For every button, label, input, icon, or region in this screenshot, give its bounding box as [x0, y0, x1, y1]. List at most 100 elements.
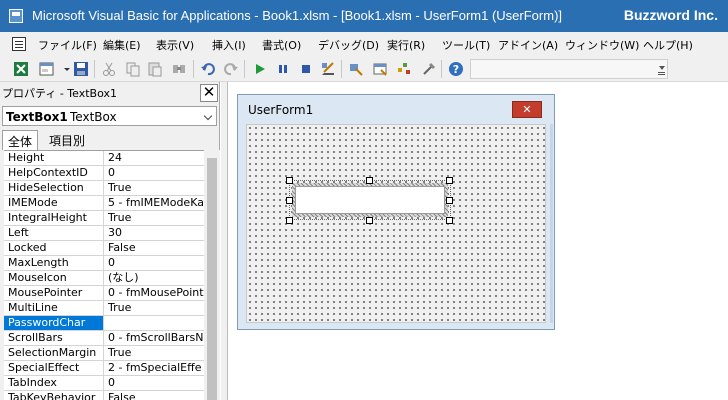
- properties-window-icon[interactable]: [371, 60, 389, 78]
- resize-handle-sw[interactable]: [286, 217, 293, 224]
- standard-toolbar: ?: [0, 56, 728, 82]
- property-value[interactable]: 24: [105, 151, 204, 165]
- resize-handle-ne[interactable]: [446, 177, 453, 184]
- copy-icon[interactable]: [124, 60, 142, 78]
- menu-help[interactable]: ヘルプ(H): [643, 37, 693, 53]
- menu-tools[interactable]: ツール(T): [442, 37, 490, 53]
- redo-icon[interactable]: [222, 60, 240, 78]
- resize-handle-n[interactable]: [366, 177, 373, 184]
- chevron-down-icon[interactable]: [203, 111, 213, 121]
- resize-handle-nw[interactable]: [286, 177, 293, 184]
- userform-title-bar: UserForm1 ✕: [238, 95, 554, 123]
- property-value[interactable]: 5 - fmIMEModeKa: [105, 196, 204, 210]
- excel-view-icon[interactable]: [12, 60, 30, 78]
- property-grid-scrollbar[interactable]: [204, 150, 220, 400]
- menu-view[interactable]: 表示(V): [156, 37, 194, 53]
- userform-resize-edge[interactable]: [550, 124, 553, 323]
- toolbar-separator: [441, 60, 442, 78]
- menu-insert[interactable]: 挿入(I): [212, 37, 246, 53]
- property-value[interactable]: False: [105, 241, 204, 255]
- property-value[interactable]: 0: [105, 166, 204, 180]
- toolbox-icon[interactable]: [420, 60, 438, 78]
- property-value[interactable]: 0: [105, 376, 204, 390]
- paste-icon[interactable]: [146, 60, 164, 78]
- property-value[interactable]: False: [105, 391, 204, 400]
- property-value[interactable]: (なし): [105, 271, 204, 285]
- property-row[interactable]: MouseIcon (なし): [4, 271, 204, 286]
- property-row[interactable]: MaxLength 0: [4, 256, 204, 271]
- userform-window[interactable]: UserForm1 ✕: [237, 94, 555, 330]
- menu-run[interactable]: 実行(R): [387, 37, 425, 53]
- tab-alphabetic[interactable]: 全体: [2, 130, 39, 150]
- menu-format[interactable]: 書式(O): [262, 37, 301, 53]
- object-type: TextBox: [70, 110, 117, 124]
- document-menu-icon[interactable]: [12, 37, 26, 51]
- object-browser-icon[interactable]: [395, 60, 413, 78]
- property-row[interactable]: HideSelection True: [4, 181, 204, 196]
- property-row[interactable]: SelectionMargin True: [4, 346, 204, 361]
- toolbar-options-icon[interactable]: [658, 72, 665, 75]
- property-row-selected[interactable]: PasswordChar: [4, 316, 204, 331]
- panel-splitter[interactable]: [221, 82, 228, 400]
- property-row[interactable]: MousePointer 0 - fmMousePoint: [4, 286, 204, 301]
- reset-icon[interactable]: [297, 60, 315, 78]
- resize-handle-s[interactable]: [366, 217, 373, 224]
- property-row[interactable]: Height 24: [4, 151, 204, 166]
- property-name: MousePointer: [4, 286, 104, 300]
- close-icon[interactable]: ✕: [200, 84, 218, 102]
- property-value[interactable]: 30: [105, 226, 204, 240]
- chevron-down-icon[interactable]: [659, 66, 665, 70]
- userform-design-surface[interactable]: [246, 124, 546, 323]
- design-mode-icon[interactable]: [319, 60, 337, 78]
- save-icon[interactable]: [72, 60, 90, 78]
- menu-bar: ファイル(F) 編集(E) 表示(V) 挿入(I) 書式(O) デバッグ(D) …: [0, 32, 728, 56]
- object-select[interactable]: TextBox1 TextBox: [2, 106, 217, 126]
- resize-handle-se[interactable]: [446, 217, 453, 224]
- menu-edit[interactable]: 編集(E): [103, 37, 141, 53]
- window-title-bar: Microsoft Visual Basic for Applications …: [0, 0, 728, 32]
- property-row[interactable]: TabIndex 0: [4, 376, 204, 391]
- cut-icon[interactable]: [100, 60, 118, 78]
- menu-debug[interactable]: デバッグ(D): [318, 37, 379, 53]
- property-value[interactable]: True: [105, 181, 204, 195]
- property-value[interactable]: 2 - fmSpecialEffe: [105, 361, 204, 375]
- property-value[interactable]: [105, 316, 204, 330]
- property-name: HelpContextID: [4, 166, 104, 180]
- property-row[interactable]: IntegralHeight True: [4, 211, 204, 226]
- property-row[interactable]: Locked False: [4, 241, 204, 256]
- property-value[interactable]: True: [105, 211, 204, 225]
- textbox1-control[interactable]: [295, 186, 445, 214]
- resize-handle-e[interactable]: [446, 197, 453, 204]
- property-value[interactable]: True: [105, 346, 204, 360]
- properties-header: プロパティ - TextBox1 ✕: [0, 82, 220, 104]
- property-row[interactable]: HelpContextID 0: [4, 166, 204, 181]
- menu-window[interactable]: ウィンドウ(W): [565, 37, 639, 53]
- insert-dropdown-icon[interactable]: [58, 60, 70, 78]
- close-icon[interactable]: ✕: [512, 101, 542, 118]
- object-name: TextBox1: [6, 110, 68, 124]
- menu-file[interactable]: ファイル(F): [38, 37, 97, 53]
- property-value[interactable]: 0: [105, 256, 204, 270]
- scrollbar-thumb[interactable]: [207, 158, 217, 400]
- help-icon[interactable]: ?: [447, 60, 465, 78]
- property-row[interactable]: Left 30: [4, 226, 204, 241]
- menu-addins[interactable]: アドイン(A): [498, 37, 558, 53]
- project-explorer-icon[interactable]: [347, 60, 365, 78]
- property-row[interactable]: TabKeyBehavior False: [4, 391, 204, 400]
- property-row[interactable]: ScrollBars 0 - fmScrollBarsN: [4, 331, 204, 346]
- property-value[interactable]: 0 - fmMousePoint: [105, 286, 204, 300]
- insert-userform-icon[interactable]: [38, 60, 56, 78]
- undo-icon[interactable]: [199, 60, 217, 78]
- property-row[interactable]: SpecialEffect 2 - fmSpecialEffe: [4, 361, 204, 376]
- run-icon[interactable]: [251, 60, 269, 78]
- property-row[interactable]: MultiLine True: [4, 301, 204, 316]
- toolbar-separator: [341, 60, 342, 78]
- find-icon[interactable]: [170, 60, 188, 78]
- property-value[interactable]: 0 - fmScrollBarsN: [105, 331, 204, 345]
- break-icon[interactable]: [274, 60, 292, 78]
- property-value[interactable]: True: [105, 301, 204, 315]
- property-row[interactable]: IMEMode 5 - fmIMEModeKa: [4, 196, 204, 211]
- resize-handle-w[interactable]: [286, 197, 293, 204]
- watermark: Buzzword Inc.: [623, 7, 718, 23]
- tab-categorized[interactable]: 項目別: [44, 130, 90, 150]
